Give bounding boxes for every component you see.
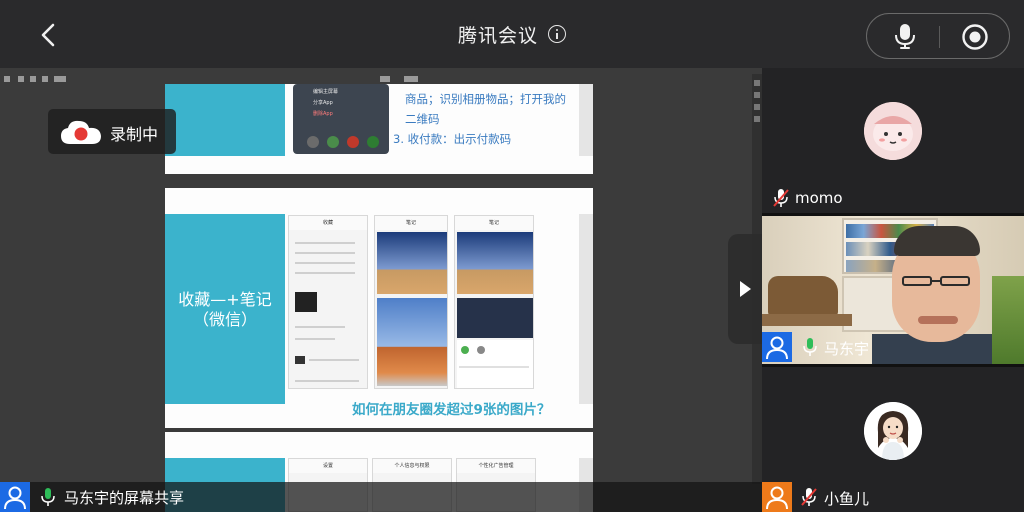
slide-band-title: 收藏—+笔记 bbox=[178, 290, 272, 309]
slide-text-line: 商品；识别相册物品；打开我的 bbox=[405, 92, 566, 106]
phone-screenshot: 笔记 bbox=[374, 215, 448, 389]
microphone-muted-icon bbox=[772, 188, 790, 212]
control-divider bbox=[939, 26, 940, 48]
phone-screenshot: 笔记 bbox=[454, 215, 534, 389]
slide-band-subtitle: （微信） bbox=[192, 310, 257, 329]
screen-share-bar: 马东宇的屏幕共享 bbox=[0, 482, 762, 512]
participant-avatar-xiaoyuer[interactable] bbox=[864, 402, 922, 460]
phone-screenshot: 编辑主屏幕 分享App 删除App bbox=[293, 84, 389, 154]
microphone-icon[interactable] bbox=[891, 22, 919, 50]
audio-record-controls bbox=[866, 13, 1010, 59]
phone-screenshot: 收藏 bbox=[288, 215, 368, 389]
slide-text-line: 3. 收付款：出示付款码 bbox=[393, 132, 512, 146]
recording-indicator: 录制中 bbox=[48, 109, 176, 154]
slide-question: 如何在朋友圈发超过9张的图片？ bbox=[352, 402, 551, 418]
slide-text-line: 二维码 bbox=[405, 112, 440, 126]
participant-name: 小鱼儿 bbox=[824, 490, 870, 508]
user-avatar-icon bbox=[0, 482, 30, 512]
participant-status-icon bbox=[762, 482, 792, 512]
participant-name: 马东宇 bbox=[824, 340, 870, 358]
participant-name: momo bbox=[795, 189, 843, 207]
meeting-title: 腾讯会议 bbox=[457, 24, 538, 47]
slide-2: 收藏—+笔记 （微信） 收藏 笔记 笔记 如何在朋友圈发超过9张的图片？ bbox=[165, 188, 593, 428]
user-avatar-icon bbox=[762, 332, 792, 362]
slide-1: 编辑主屏幕 分享App 删除App 商品；识别相册物品；打开我的 二维码 3. … bbox=[165, 84, 593, 174]
chevron-left-icon[interactable] bbox=[34, 20, 64, 50]
expand-panel-button[interactable] bbox=[728, 234, 762, 344]
microphone-on-icon bbox=[802, 337, 818, 361]
microphone-muted-icon bbox=[800, 487, 818, 511]
screen-share-label: 马东宇的屏幕共享 bbox=[64, 489, 185, 507]
recording-cloud-icon bbox=[60, 119, 102, 149]
record-stop-icon[interactable] bbox=[961, 23, 989, 51]
recording-label: 录制中 bbox=[110, 125, 159, 144]
participant-avatar-momo[interactable] bbox=[864, 102, 922, 160]
microphone-on-icon bbox=[40, 487, 56, 511]
play-arrow-icon bbox=[740, 281, 751, 297]
participant-list: momo 马东宇 小鱼儿 bbox=[762, 68, 1024, 512]
info-icon[interactable] bbox=[548, 25, 566, 43]
top-bar: 腾讯会议 bbox=[0, 0, 1024, 68]
